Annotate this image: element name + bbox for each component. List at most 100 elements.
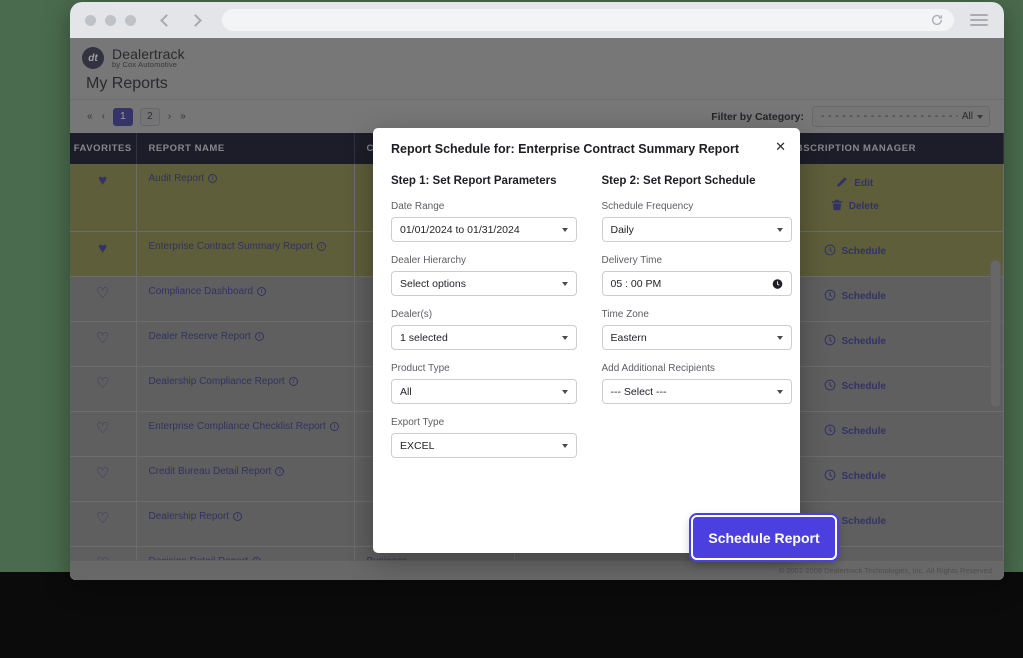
heart-outline-icon[interactable]: ♡ <box>96 375 109 392</box>
nav-arrows <box>160 13 202 27</box>
report-name-link[interactable]: Enterprise Contract Summary Report <box>149 241 314 252</box>
chevron-down-icon <box>562 281 568 286</box>
favorite-cell: ♡ <box>70 276 137 322</box>
schedule-frequency-label: Schedule Frequency <box>601 201 694 212</box>
delivery-time-value: 05 : 00 PM <box>610 277 662 290</box>
report-name-link[interactable]: Credit Bureau Detail Report <box>149 466 272 477</box>
heart-outline-icon[interactable]: ♡ <box>96 420 109 437</box>
report-name-link[interactable]: Dealership Report <box>149 511 230 522</box>
pagination[interactable]: « ‹ 1 2 › » <box>86 107 187 126</box>
add-additional-recipients-field: Add Additional Recipients --- Select --- <box>601 363 792 404</box>
schedule-frequency-select[interactable]: Daily <box>601 217 792 242</box>
maximize-window-dot[interactable] <box>125 14 136 26</box>
info-icon[interactable]: i <box>288 377 298 386</box>
export-type-label: Export Type <box>391 417 445 428</box>
delivery-time-input[interactable]: 05 : 00 PM <box>601 271 792 296</box>
clock-icon <box>824 289 836 304</box>
schedule-frequency-value: Daily <box>610 223 634 236</box>
close-icon[interactable]: ✕ <box>775 140 786 153</box>
info-icon[interactable]: i <box>208 174 218 183</box>
heart-outline-icon[interactable]: ♡ <box>96 330 109 347</box>
chevron-down-icon <box>562 443 568 448</box>
heart-filled-icon[interactable]: ♥ <box>98 172 107 189</box>
delivery-time-field: Delivery Time 05 : 00 PM <box>601 255 792 296</box>
back-chevron-icon[interactable] <box>160 13 173 27</box>
product-type-select[interactable]: All <box>391 379 577 404</box>
report-name-cell: Dealership Compliance Report i <box>136 366 355 412</box>
info-icon[interactable]: i <box>233 512 243 521</box>
add-additional-recipients-select[interactable]: --- Select --- <box>601 379 792 404</box>
pagination-page-2[interactable]: 2 <box>139 107 160 126</box>
delete-label: Delete <box>848 201 879 212</box>
product-type-field: Product Type All <box>391 363 587 404</box>
dealertrack-logo-icon: dt <box>82 47 104 69</box>
address-bar[interactable] <box>222 9 954 31</box>
forward-chevron-icon[interactable] <box>189 13 202 27</box>
add-additional-recipients-label: Add Additional Recipients <box>601 363 715 374</box>
heart-filled-icon[interactable]: ♥ <box>98 240 107 257</box>
pagination-last[interactable]: » <box>179 111 187 122</box>
info-icon[interactable]: i <box>329 422 339 431</box>
schedule-label: Schedule <box>841 246 886 257</box>
dealer-hierarchy-field: Dealer Hierarchy Select options <box>391 255 587 296</box>
report-name-link[interactable]: Dealer Reserve Report <box>149 331 251 342</box>
brand-name: Dealertrack <box>112 46 185 63</box>
dealer-hierarchy-label: Dealer Hierarchy <box>391 255 467 266</box>
export-type-field: Export Type EXCEL <box>391 417 587 458</box>
heart-outline-icon[interactable]: ♡ <box>96 285 109 302</box>
chevron-down-icon <box>776 389 783 394</box>
hamburger-menu-icon[interactable] <box>970 14 988 26</box>
filter-dashes: - - - - - - - - - - - - - - - - - - - - … <box>821 111 958 122</box>
date-range-select[interactable]: 01/01/2024 to 01/31/2024 <box>391 217 577 242</box>
filter-category-select[interactable]: - - - - - - - - - - - - - - - - - - - - … <box>812 106 990 127</box>
report-name-cell: Enterprise Contract Summary Report i <box>136 231 355 277</box>
pagination-page-1[interactable]: 1 <box>112 107 133 126</box>
minimize-window-dot[interactable] <box>105 14 116 26</box>
schedule-label: Schedule <box>841 336 886 347</box>
clock-icon <box>824 469 836 484</box>
modal-title: Report Schedule for: Enterprise Contract… <box>391 142 739 156</box>
dealer-hierarchy-select[interactable]: Select options <box>391 271 577 296</box>
dealer-s-label: Dealer(s) <box>391 309 433 320</box>
delivery-time-label: Delivery Time <box>601 255 663 266</box>
filter-by-category: Filter by Category: - - - - - - - - - - … <box>711 106 990 127</box>
time-zone-select[interactable]: Eastern <box>601 325 792 350</box>
report-name-link[interactable]: Compliance Dashboard <box>149 286 254 297</box>
schedule-report-button[interactable]: Schedule Report <box>691 515 837 560</box>
pagination-prev[interactable]: ‹ <box>101 111 106 122</box>
report-name-cell: Audit Report i <box>136 164 355 232</box>
report-name-link[interactable]: Dealership Compliance Report <box>149 376 285 387</box>
clock-icon <box>824 334 836 349</box>
pagination-next[interactable]: › <box>167 111 172 122</box>
column-favorites: FAVORITES <box>70 133 137 164</box>
info-icon[interactable]: i <box>257 287 267 296</box>
table-scrollbar[interactable] <box>990 260 1001 408</box>
clock-icon <box>824 244 836 259</box>
report-name-link[interactable]: Audit Report <box>149 173 205 184</box>
info-icon[interactable]: i <box>275 467 285 476</box>
export-type-select[interactable]: EXCEL <box>391 433 577 458</box>
report-name-link[interactable]: Enterprise Compliance Checklist Report <box>149 421 326 432</box>
schedule-label: Schedule <box>841 471 886 482</box>
dealer-s-select[interactable]: 1 selected <box>391 325 577 350</box>
filter-label: Filter by Category: <box>711 110 804 123</box>
chevron-down-icon <box>776 227 783 232</box>
product-type-value: All <box>400 385 412 398</box>
time-zone-field: Time Zone Eastern <box>601 309 792 350</box>
info-icon[interactable]: i <box>254 332 264 341</box>
report-schedule-modal: Report Schedule for: Enterprise Contract… <box>373 128 800 553</box>
pagination-first[interactable]: « <box>86 111 94 122</box>
reload-icon[interactable] <box>930 13 944 27</box>
time-zone-label: Time Zone <box>601 309 649 320</box>
window-controls[interactable] <box>85 14 136 26</box>
report-name-cell: Compliance Dashboard i <box>136 276 355 322</box>
info-icon[interactable]: i <box>317 242 327 251</box>
trash-icon <box>831 199 843 214</box>
clock-icon[interactable] <box>772 278 783 289</box>
favorite-cell: ♡ <box>70 411 137 457</box>
close-window-dot[interactable] <box>85 14 96 26</box>
heart-outline-icon[interactable]: ♡ <box>96 510 109 527</box>
heart-outline-icon[interactable]: ♡ <box>96 465 109 482</box>
page-title: My Reports <box>86 75 168 92</box>
schedule-label: Schedule <box>841 291 886 302</box>
